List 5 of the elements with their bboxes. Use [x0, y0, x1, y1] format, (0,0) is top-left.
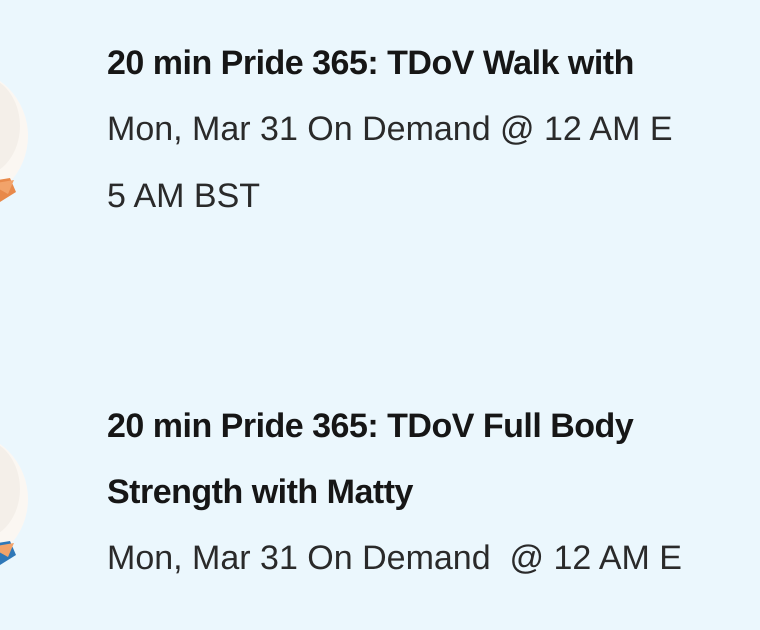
session-schedule: Mon, Mar 31 On Demand @ 12 AM E	[107, 538, 682, 579]
session-title: 20 min Pride 365: TDoV Full Body Strength with Matty	[107, 406, 634, 513]
session-title: 20 min Pride 365: TDoV Walk with	[107, 43, 635, 84]
session-schedule: 5 AM BST	[107, 176, 260, 217]
session-schedule: Mon, Mar 31 On Demand @ 12 AM E	[107, 109, 673, 150]
